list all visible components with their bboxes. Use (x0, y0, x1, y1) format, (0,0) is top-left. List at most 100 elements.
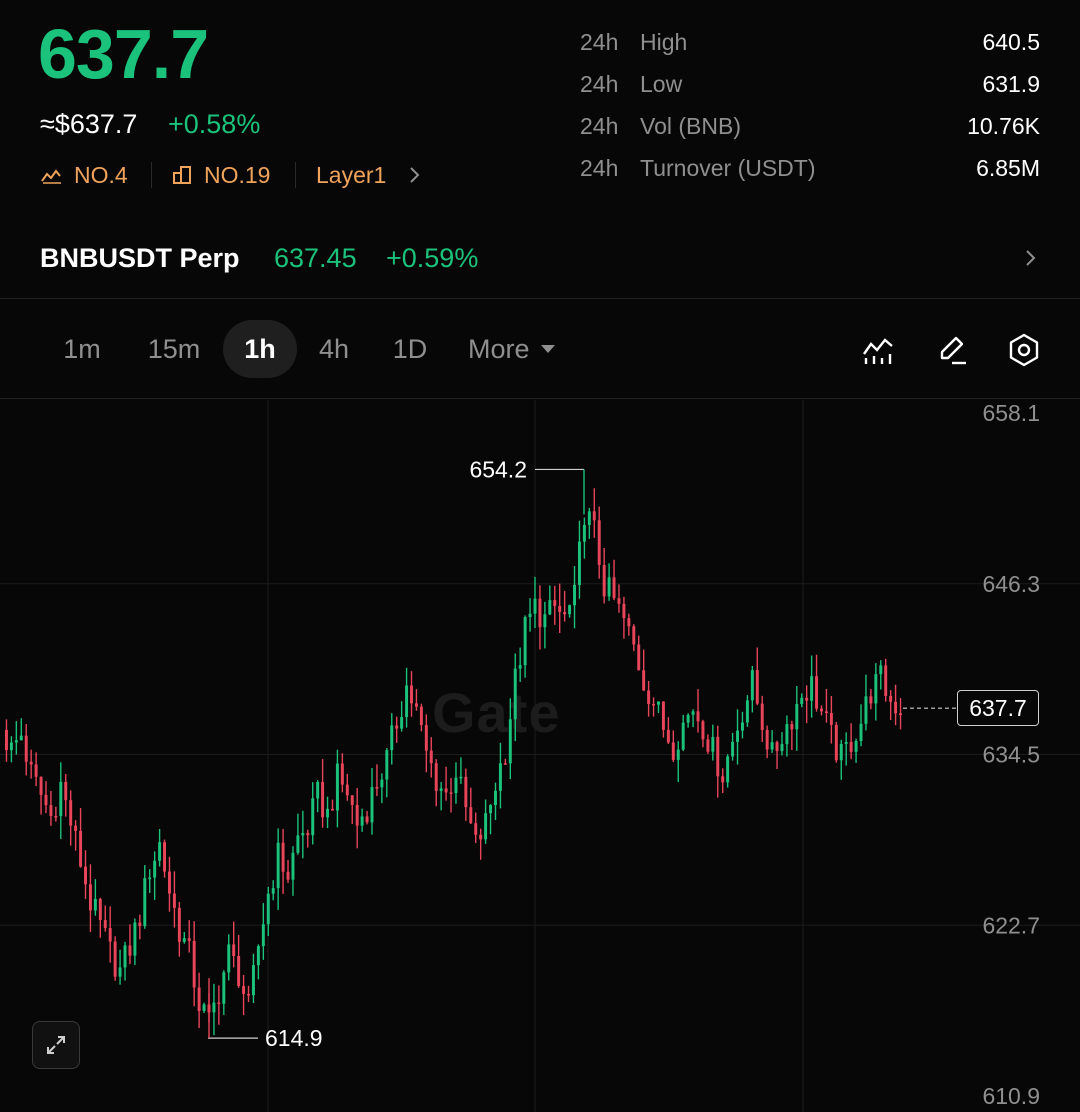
y-axis-tick-label: 634.5 (982, 742, 1040, 768)
candle-body (330, 808, 334, 811)
chart-indicator-icon[interactable] (860, 332, 896, 373)
candle-body (380, 779, 384, 788)
volume-rank-label: NO.19 (204, 161, 271, 188)
timeframe-15m[interactable]: 15m (136, 320, 212, 378)
perp-contract-row[interactable]: BNBUSDT Perp 637.45 +0.59% (0, 225, 1080, 295)
candle-body (577, 541, 581, 585)
candle-body (276, 842, 280, 889)
candle-body (474, 823, 478, 835)
timeframe-1d[interactable]: 1D (380, 320, 440, 378)
candle-body (849, 741, 853, 752)
candle-body (54, 816, 58, 818)
market-cap-rank-label: NO.4 (74, 161, 128, 188)
expand-icon (44, 1033, 68, 1057)
usd-price: ≈$637.7 (40, 109, 138, 139)
timeframe-1h[interactable]: 1h (223, 320, 297, 378)
candle-body (172, 893, 176, 908)
y-axis-tick-label: 658.1 (982, 400, 1040, 426)
candle-body (429, 750, 433, 764)
candlestick-chart[interactable]: 658.1 646.3 634.5 622.7 610.9 654.2 614.9 (0, 400, 1080, 1112)
candle-body (869, 696, 873, 704)
candle-body (108, 928, 112, 942)
candle-body (419, 706, 423, 726)
candle-body (780, 744, 784, 752)
candle-body (242, 986, 246, 994)
candle-body (93, 898, 97, 911)
candle-body (24, 735, 28, 762)
candle-body (469, 807, 473, 824)
candle-body (726, 756, 730, 783)
candle-body (266, 893, 270, 925)
candle-body (731, 741, 735, 757)
min-price-label: 614.9 (265, 1025, 323, 1051)
candle-body (256, 946, 260, 966)
candle-body (760, 703, 764, 731)
candle-body (123, 945, 127, 968)
candle-body (4, 729, 8, 751)
candle-body (217, 1002, 221, 1005)
candle-body (652, 703, 656, 706)
candle-body (750, 670, 754, 701)
candle-body (424, 725, 428, 751)
timeframe-more-dropdown[interactable]: More (462, 320, 572, 378)
candle-body (681, 722, 685, 750)
candle-body (459, 776, 463, 779)
candle-body (706, 739, 710, 752)
candle-body (177, 907, 181, 942)
candle-body (444, 788, 448, 793)
candle-body (642, 670, 646, 691)
candle-body (508, 719, 512, 764)
y-axis-tick-label: 622.7 (982, 912, 1040, 938)
stat-label: Vol (BNB) (640, 113, 741, 139)
timeframe-4h[interactable]: 4h (304, 320, 364, 378)
candle-body (518, 665, 522, 669)
candle-body (296, 835, 300, 853)
market-cap-rank[interactable]: NO.4 (40, 158, 128, 192)
stat-period: 24h (580, 29, 619, 55)
settings-hex-icon[interactable] (1006, 332, 1042, 373)
candle-body (187, 938, 191, 941)
candle-body (484, 813, 488, 840)
expand-button[interactable] (32, 1021, 80, 1069)
candle-body (301, 832, 305, 836)
candle-body (637, 644, 641, 671)
perp-name: BNBUSDT Perp (40, 243, 240, 273)
more-label: More (468, 334, 530, 364)
stat-value: 640.5 (982, 29, 1040, 55)
candle-body (232, 944, 236, 957)
candle-body (533, 598, 537, 614)
candle-body (558, 605, 562, 613)
candle-body (627, 618, 631, 627)
candle-body (84, 866, 87, 885)
candle-body (395, 725, 399, 729)
volume-rank[interactable]: NO.19 (172, 158, 270, 192)
candle-body (222, 972, 226, 1004)
candle-body (879, 665, 883, 675)
candle-body (439, 788, 443, 791)
candle-body (454, 777, 458, 794)
stat-label: Turnover (USDT) (640, 155, 816, 181)
candle-body (736, 730, 740, 742)
rank-chart-icon (40, 165, 64, 185)
candle-body (212, 1002, 216, 1013)
candle-body (9, 742, 13, 751)
candle-body (745, 700, 749, 723)
candle-body (800, 697, 804, 704)
candle-body (582, 524, 586, 542)
candle-body (44, 794, 48, 806)
candle-body (14, 740, 18, 743)
candle-body (311, 798, 315, 836)
category-tag[interactable]: Layer1 (316, 158, 420, 192)
candle-body (647, 690, 651, 704)
candle-body (612, 577, 616, 599)
candle-body (167, 871, 171, 894)
candle-body (118, 967, 122, 977)
candle-body (632, 626, 636, 645)
draw-pen-icon[interactable] (934, 332, 970, 373)
candle-body (884, 665, 888, 696)
candle-body (513, 668, 517, 720)
timeframe-1m[interactable]: 1m (48, 320, 116, 378)
candle-body (375, 787, 379, 789)
candle-body (306, 832, 310, 836)
candle-body (385, 750, 389, 780)
